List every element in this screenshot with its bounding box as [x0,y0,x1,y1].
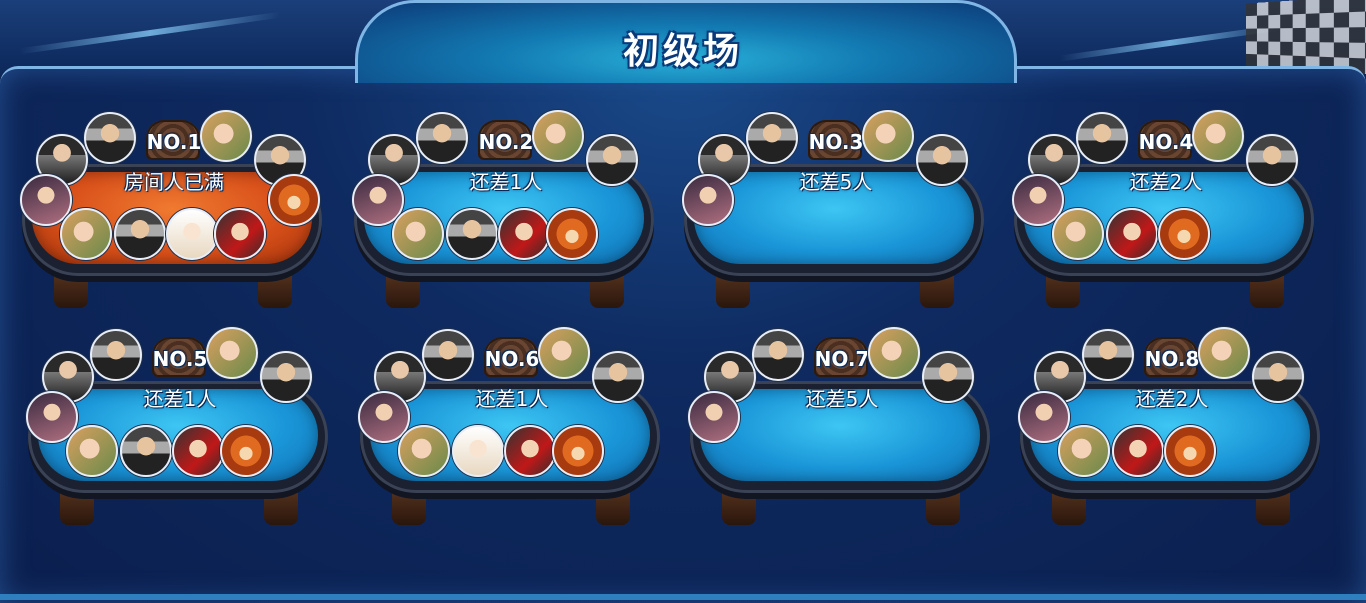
player-avatar [214,208,266,260]
room-card[interactable]: NO.6 还差1人 [352,325,672,525]
player-avatar [260,351,312,403]
player-avatar [868,327,920,379]
player-avatar [114,208,166,260]
player-avatar [1246,134,1298,186]
room-card[interactable]: NO.3 还差5人 [676,108,996,308]
page-title: 初级场 [622,31,743,72]
player-avatar [1112,425,1164,477]
room-card[interactable]: NO.8 还差2人 [1012,325,1332,525]
player-avatar [1058,425,1110,477]
player-avatar [1158,208,1210,260]
player-avatar [200,110,252,162]
room-card[interactable]: NO.7 还差5人 [682,325,1002,525]
player-avatar [220,425,272,477]
bottom-border [0,594,1366,600]
player-avatar [60,208,112,260]
room-card[interactable]: NO.2 还差1人 [346,108,666,308]
player-avatar [922,351,974,403]
player-avatar [1198,327,1250,379]
player-avatar [172,425,224,477]
player-avatar [1106,208,1158,260]
room-card[interactable]: NO.4 还差2人 [1006,108,1326,308]
player-avatar [586,134,638,186]
player-avatar [532,110,584,162]
player-avatar [682,174,734,226]
player-avatar [268,174,320,226]
player-avatar [422,329,474,381]
player-avatar [552,425,604,477]
player-avatar [416,112,468,164]
player-avatar [688,391,740,443]
room-card[interactable]: NO.1 房间人已满 [14,108,334,308]
player-avatar [1076,112,1128,164]
player-avatar [398,425,450,477]
player-avatar [1164,425,1216,477]
player-avatar [90,329,142,381]
player-avatar [206,327,258,379]
player-avatar [392,208,444,260]
player-avatar [504,425,556,477]
player-avatar [546,208,598,260]
player-avatar [84,112,136,164]
player-avatar [916,134,968,186]
player-avatar [752,329,804,381]
player-avatar [592,351,644,403]
player-avatar [1052,208,1104,260]
player-avatar [746,112,798,164]
player-avatar [1252,351,1304,403]
player-avatar [1192,110,1244,162]
player-avatar [166,208,218,260]
player-avatar [446,208,498,260]
player-avatar [498,208,550,260]
player-avatar [66,425,118,477]
player-avatar [452,425,504,477]
player-avatar [120,425,172,477]
room-card[interactable]: NO.5 还差1人 [20,325,340,525]
player-avatar [1082,329,1134,381]
player-avatar [862,110,914,162]
player-avatar [538,327,590,379]
